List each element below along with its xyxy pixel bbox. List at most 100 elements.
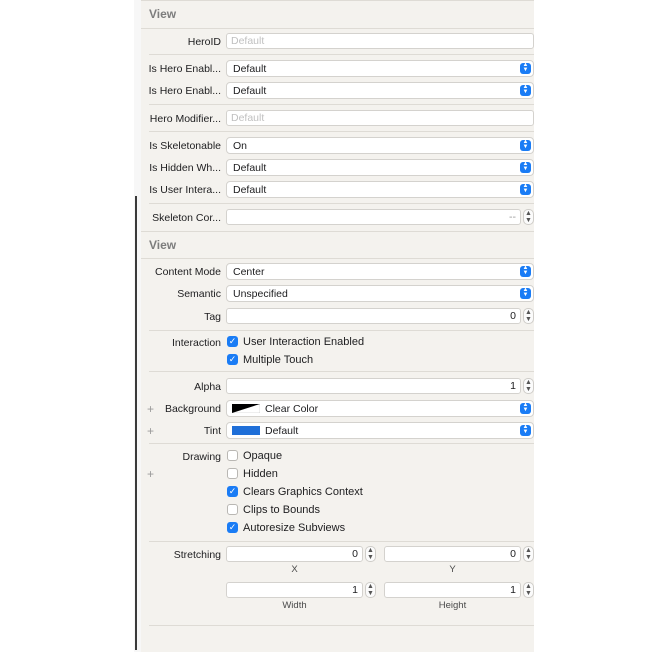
skeleton-corner-stepper[interactable]: ▲ ▼ [523, 209, 534, 225]
hero-modifier-label: Hero Modifier... [149, 113, 221, 125]
content-mode-label: Content Mode [155, 266, 221, 278]
alpha-input[interactable]: 1 [226, 378, 521, 394]
heroid-label: HeroID [187, 36, 221, 48]
popup-value: On [233, 140, 248, 152]
hidden-label: Hidden [243, 468, 278, 480]
tint-label: Tint [203, 425, 221, 437]
alpha-value: 1 [510, 380, 516, 392]
divider [141, 258, 534, 259]
chevron-updown-icon: ▲ ▼ [520, 62, 531, 74]
stretch-x-stepper[interactable]: ▲ ▼ [365, 546, 376, 562]
top-divider [141, 0, 534, 1]
chevron-updown-icon: ▲ ▼ [520, 183, 531, 195]
hero-modifier-input[interactable]: Default [226, 110, 534, 126]
background-color-popup[interactable]: Clear Color ▲ ▼ [226, 400, 534, 417]
is-hero-enabled-popup[interactable]: Default ▲ ▼ [226, 60, 534, 77]
divider [141, 28, 534, 29]
autoresize-subviews-label: Autoresize Subviews [243, 522, 346, 534]
chevron-updown-icon: ▲ ▼ [520, 265, 531, 277]
chevron-updown-icon: ▲ ▼ [520, 84, 531, 96]
is-hero-enabled-2-label: Is Hero Enabl... [148, 85, 221, 97]
popup-value: Default [233, 85, 267, 97]
tag-value: 0 [510, 310, 516, 322]
stretch-height-caption: Height [438, 600, 467, 611]
hidden-checkbox[interactable] [227, 468, 238, 479]
is-hero-enabled-2-popup[interactable]: Default ▲ ▼ [226, 82, 534, 99]
opaque-label: Opaque [243, 450, 283, 462]
stretch-x-input[interactable]: 0 [226, 546, 363, 562]
background-label: Background [164, 403, 221, 415]
stretch-width-stepper[interactable]: ▲ ▼ [365, 582, 376, 598]
stretching-label: Stretching [173, 549, 221, 561]
clear-color-swatch-icon [232, 404, 260, 413]
heroid-input[interactable]: Default [226, 33, 534, 49]
stretch-width-caption: Width [282, 600, 307, 611]
semantic-popup[interactable]: Unspecified ▲ ▼ [226, 285, 534, 302]
stretch-height-stepper[interactable]: ▲ ▼ [523, 582, 534, 598]
divider [149, 625, 534, 626]
divider [149, 203, 534, 204]
alpha-label: Alpha [194, 381, 221, 393]
stretch-height-input[interactable]: 1 [384, 582, 521, 598]
alpha-stepper[interactable]: ▲ ▼ [523, 378, 534, 394]
tint-color-swatch-icon [232, 426, 260, 435]
popup-value: Clear Color [265, 403, 319, 415]
hero-modifier-placeholder: Default [231, 112, 265, 124]
clears-graphics-context-label: Clears Graphics Context [243, 486, 363, 498]
user-interaction-checkbox[interactable]: ✓ [227, 336, 238, 347]
skeleton-corner-label: Skeleton Cor... [152, 212, 221, 224]
stretch-width-value: 1 [352, 584, 358, 596]
stretch-x-value: 0 [352, 548, 358, 560]
is-hero-enabled-label: Is Hero Enabl... [148, 63, 221, 75]
autoresize-subviews-checkbox[interactable]: ✓ [227, 522, 238, 533]
is-user-interaction-popup[interactable]: Default ▲ ▼ [226, 181, 534, 198]
section-title-view: View [149, 238, 177, 252]
popup-value: Center [233, 266, 265, 278]
divider [149, 104, 534, 105]
popup-value: Unspecified [233, 288, 288, 300]
stretch-y-input[interactable]: 0 [384, 546, 521, 562]
stretch-width-input[interactable]: 1 [226, 582, 363, 598]
is-user-interaction-label: Is User Intera... [149, 184, 221, 196]
stretch-y-caption: Y [449, 564, 456, 575]
divider [149, 541, 534, 542]
is-hidden-when-skeleton-popup[interactable]: Default ▲ ▼ [226, 159, 534, 176]
multiple-touch-label: Multiple Touch [243, 354, 314, 366]
add-variation-icon[interactable]: + [147, 467, 154, 481]
tag-stepper[interactable]: ▲ ▼ [523, 308, 534, 324]
stretch-y-stepper[interactable]: ▲ ▼ [523, 546, 534, 562]
stretch-height-value: 1 [510, 584, 516, 596]
is-skeletonable-popup[interactable]: On ▲ ▼ [226, 137, 534, 154]
divider [149, 330, 534, 331]
chevron-updown-icon: ▲ ▼ [520, 287, 531, 299]
clips-to-bounds-checkbox[interactable] [227, 504, 238, 515]
heroid-placeholder: Default [231, 35, 265, 47]
clears-graphics-context-checkbox[interactable]: ✓ [227, 486, 238, 497]
section-title-view: View [149, 7, 177, 21]
scroll-indicator[interactable] [135, 196, 137, 650]
divider [149, 131, 534, 132]
is-hidden-when-skeleton-label: Is Hidden Wh... [149, 162, 221, 174]
popup-value: Default [233, 184, 267, 196]
stretch-x-caption: X [291, 564, 298, 575]
multiple-touch-checkbox[interactable]: ✓ [227, 354, 238, 365]
tag-label: Tag [204, 311, 221, 323]
skeleton-corner-value: -- [509, 211, 516, 223]
section-divider [141, 231, 534, 232]
tint-color-popup[interactable]: Default ▲ ▼ [226, 422, 534, 439]
tag-input[interactable]: 0 [226, 308, 521, 324]
chevron-updown-icon: ▲ ▼ [520, 139, 531, 151]
opaque-checkbox[interactable] [227, 450, 238, 461]
chevron-updown-icon: ▲ ▼ [520, 161, 531, 173]
divider [149, 54, 534, 55]
popup-value: Default [265, 425, 299, 437]
drawing-label: Drawing [182, 451, 221, 463]
skeleton-corner-input[interactable]: -- [226, 209, 521, 225]
chevron-updown-icon: ▲ ▼ [520, 424, 531, 436]
divider [149, 443, 534, 444]
popup-value: Default [233, 63, 267, 75]
content-mode-popup[interactable]: Center ▲ ▼ [226, 263, 534, 280]
interaction-label: Interaction [171, 337, 221, 349]
divider [149, 371, 534, 372]
stretch-y-value: 0 [510, 548, 516, 560]
